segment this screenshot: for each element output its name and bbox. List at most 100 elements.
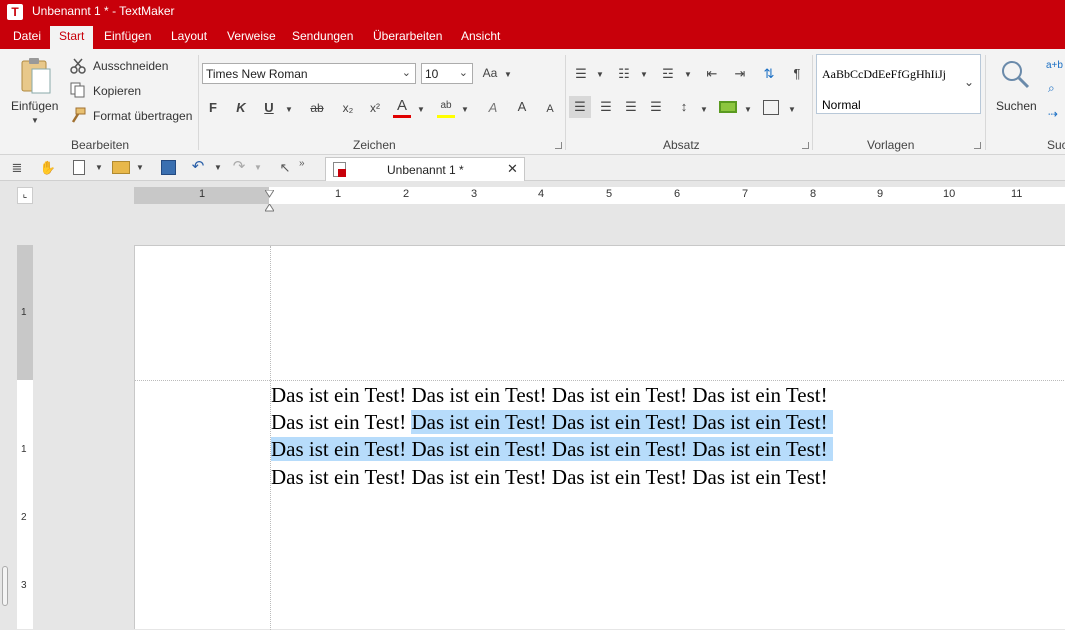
dialog-launcher-icon[interactable] [974, 142, 981, 149]
shrink-font-button[interactable]: A [539, 98, 561, 120]
paste-button[interactable]: Einfügen [11, 99, 58, 113]
goto-icon[interactable]: ⇢ [1048, 107, 1058, 121]
chevron-down-icon[interactable]: ⌄ [459, 66, 468, 79]
shading-dropdown-icon[interactable]: ▼ [744, 105, 752, 114]
search-icon[interactable] [1000, 59, 1030, 89]
shading-icon[interactable] [719, 101, 737, 113]
align-center-icon[interactable]: ☰ [595, 96, 617, 118]
font-size-combo[interactable]: 10 ⌄ [421, 63, 473, 84]
text-line[interactable]: Das ist ein Test! Das ist ein Test! Das … [271, 464, 828, 491]
style-gallery[interactable]: AaBbCcDdEeFfGgHhIiJj Normal ⌄ [816, 54, 981, 114]
align-right-icon[interactable]: ☰ [620, 96, 642, 118]
replace-icon[interactable]: a+b [1046, 60, 1063, 71]
subscript-button[interactable]: x₂ [337, 97, 359, 119]
tab-stop-selector-icon[interactable]: ⌞ [17, 187, 33, 204]
style-preview-text: AaBbCcDdEeFfGgHhIiJj [822, 67, 946, 81]
format-painter-button[interactable]: Format übertragen [93, 109, 192, 123]
multilevel-list-dropdown-icon[interactable]: ▼ [684, 70, 692, 79]
scissors-icon[interactable] [70, 58, 86, 74]
text-run: Das ist ein Test! Das ist ein Test! Das … [271, 383, 828, 407]
quick-toolbar: ≣ ✋ ▼ ▼ ↶ ▼ ↷ ▼ ↖ » [0, 155, 1065, 181]
font-color-button[interactable]: A [391, 95, 413, 117]
dialog-launcher-icon[interactable] [802, 142, 809, 149]
menu-lines-icon[interactable]: ≣ [6, 157, 28, 179]
search-button[interactable]: Suchen [996, 99, 1037, 113]
indent-marker-icon[interactable] [264, 201, 275, 212]
underline-button[interactable]: U [258, 97, 280, 119]
sort-icon[interactable]: ⇅ [758, 63, 780, 85]
overflow-icon[interactable]: » [299, 158, 305, 169]
menu-sendungen[interactable]: Sendungen [292, 29, 353, 43]
font-color-dropdown-icon[interactable]: ▼ [417, 105, 425, 114]
pilcrow-icon[interactable]: ¶ [786, 63, 808, 85]
text-line[interactable]: Das ist ein Test! Das ist ein Test! Das … [271, 382, 828, 409]
document-tab[interactable]: Unbenannt 1 * ✕ [325, 157, 525, 181]
horizontal-ruler[interactable]: 1 1 2 3 4 5 6 7 8 9 10 11 [134, 187, 1065, 212]
selected-text: Das ist ein Test! Das ist ein Test! Das … [411, 410, 833, 434]
copy-icon[interactable] [70, 82, 86, 98]
redo-dropdown-icon[interactable]: ▼ [254, 163, 262, 172]
format-painter-icon[interactable] [70, 107, 86, 123]
new-dropdown-icon[interactable]: ▼ [95, 163, 103, 172]
clear-format-icon[interactable]: A [482, 97, 504, 119]
borders-icon[interactable] [763, 100, 779, 115]
increase-indent-icon[interactable]: ⇥ [729, 63, 751, 85]
change-case-dropdown-icon[interactable]: ▼ [504, 70, 512, 79]
hand-icon[interactable]: ✋ [37, 157, 59, 179]
underline-dropdown-icon[interactable]: ▼ [285, 105, 293, 114]
menu-verweise[interactable]: Verweise [227, 29, 276, 43]
search-small-icon[interactable]: ⌕ [1048, 81, 1055, 96]
line-spacing-icon[interactable]: ↕ [673, 96, 695, 118]
redo-icon[interactable]: ↷ [228, 156, 250, 178]
text-line[interactable]: Das ist ein Test! Das ist ein Test! Das … [271, 409, 833, 436]
numbered-list-dropdown-icon[interactable]: ▼ [640, 70, 648, 79]
undo-dropdown-icon[interactable]: ▼ [214, 163, 222, 172]
pointer-icon[interactable]: ↖ [274, 157, 296, 179]
menu-ueberarbeiten[interactable]: Überarbeiten [373, 29, 442, 43]
bold-button[interactable]: F [202, 97, 224, 119]
vertical-ruler[interactable]: 1 1 2 3 [17, 245, 33, 629]
new-document-icon[interactable] [73, 160, 85, 175]
line-spacing-dropdown-icon[interactable]: ▼ [700, 105, 708, 114]
open-folder-icon[interactable] [112, 161, 130, 174]
text-line[interactable]: Das ist ein Test! Das ist ein Test! Das … [271, 436, 833, 463]
menu-layout[interactable]: Layout [171, 29, 207, 43]
paste-dropdown-icon[interactable]: ▼ [31, 116, 39, 125]
bullet-list-dropdown-icon[interactable]: ▼ [596, 70, 604, 79]
undo-icon[interactable]: ↶ [187, 156, 209, 178]
open-dropdown-icon[interactable]: ▼ [136, 163, 144, 172]
cut-button[interactable]: Ausschneiden [93, 59, 168, 73]
chevron-down-icon[interactable]: ⌄ [964, 75, 974, 89]
numbered-list-icon[interactable]: ☷ [613, 63, 635, 85]
highlight-button[interactable]: ab [435, 95, 457, 117]
close-icon[interactable]: ✕ [507, 161, 518, 177]
borders-dropdown-icon[interactable]: ▼ [788, 105, 796, 114]
menu-einfuegen[interactable]: Einfügen [104, 29, 151, 43]
menu-ansicht[interactable]: Ansicht [461, 29, 500, 43]
dialog-launcher-icon[interactable] [555, 142, 562, 149]
indent-marker-icon[interactable] [264, 187, 275, 198]
font-name-combo[interactable]: Times New Roman ⌄ [202, 63, 416, 84]
italic-button[interactable]: K [230, 97, 252, 119]
save-icon[interactable] [161, 160, 176, 175]
menu-datei[interactable]: Datei [13, 29, 41, 43]
justify-icon[interactable]: ☰ [645, 96, 667, 118]
highlight-dropdown-icon[interactable]: ▼ [461, 105, 469, 114]
multilevel-list-icon[interactable]: ☲ [657, 63, 679, 85]
ruler-number: 1 [199, 188, 206, 200]
menu-start[interactable]: Start [50, 26, 94, 49]
group-label-vorlagen: Vorlagen [867, 138, 915, 152]
paste-icon[interactable] [18, 57, 52, 95]
document-page[interactable]: Das ist ein Test! Das ist ein Test! Das … [134, 245, 1065, 630]
decrease-indent-icon[interactable]: ⇤ [701, 63, 723, 85]
change-case-icon[interactable]: Aa [479, 62, 501, 84]
chevron-down-icon[interactable]: ⌄ [402, 66, 411, 79]
textmaker-logo-icon[interactable]: T [7, 4, 23, 20]
grow-font-button[interactable]: A [511, 96, 533, 118]
superscript-button[interactable]: x² [364, 97, 386, 119]
scroll-handle[interactable] [2, 566, 8, 606]
align-left-icon[interactable]: ☰ [569, 96, 591, 118]
strikethrough-button[interactable]: ab [306, 97, 328, 119]
bullet-list-icon[interactable]: ☰ [570, 63, 592, 85]
copy-button[interactable]: Kopieren [93, 84, 141, 98]
